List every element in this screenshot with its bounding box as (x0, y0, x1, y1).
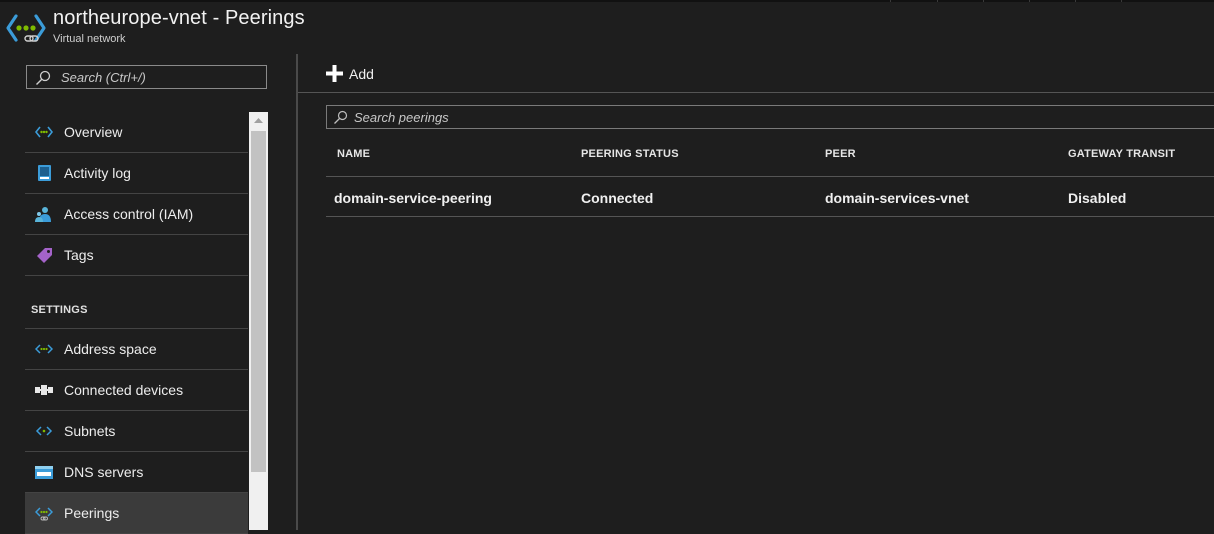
column-header-peer[interactable]: PEER (825, 148, 856, 160)
cell-peer: domain-services-vnet (825, 190, 969, 206)
scroll-up-arrow-icon[interactable] (249, 112, 268, 130)
column-header-peering-status[interactable]: PEERING STATUS (581, 148, 679, 160)
sidebar-item-subnets[interactable]: Subnets (25, 411, 248, 452)
iam-icon (35, 207, 51, 222)
sidebar-item-peerings[interactable]: Peerings (25, 493, 248, 534)
plus-icon (326, 65, 343, 82)
connected-devices-icon (35, 385, 53, 395)
resource-menu: Overview Activity log Access control (IA… (25, 112, 248, 534)
address-space-icon (35, 344, 53, 354)
section-label: SETTINGS (31, 304, 88, 316)
vnet-icon (35, 126, 53, 138)
subnets-icon (35, 426, 53, 436)
menu-search-input[interactable] (61, 66, 261, 88)
menu-search-box[interactable] (26, 65, 267, 89)
column-header-gateway-transit[interactable]: GATEWAY TRANSIT (1068, 148, 1175, 160)
column-header-name[interactable]: NAME (337, 148, 370, 160)
table-row[interactable]: domain-service-peering Connected domain-… (326, 177, 1214, 217)
page-title: northeurope-vnet - Peerings (53, 7, 305, 29)
virtual-network-icon (6, 14, 46, 42)
sidebar-item-overview[interactable]: Overview (25, 112, 248, 153)
blade-header: northeurope-vnet - Peerings Virtual netw… (0, 0, 1214, 52)
table-header: NAME PEERING STATUS PEER GATEWAY TRANSIT (326, 140, 1214, 177)
search-icon (36, 70, 51, 85)
cell-peering-status: Connected (581, 190, 654, 206)
menu-scrollbar[interactable] (249, 112, 268, 530)
sidebar-item-label: DNS servers (64, 464, 144, 480)
search-icon (334, 110, 348, 124)
peerings-table: NAME PEERING STATUS PEER GATEWAY TRANSIT… (326, 140, 1214, 217)
dns-icon (35, 466, 53, 479)
page-subtitle: Virtual network (53, 33, 126, 45)
scrollbar-thumb[interactable] (251, 131, 266, 472)
sidebar-item-label: Address space (64, 341, 157, 357)
sidebar-item-connected-devices[interactable]: Connected devices (25, 370, 248, 411)
section-settings-header: SETTINGS (25, 276, 248, 329)
sidebar-item-activity-log[interactable]: Activity log (25, 153, 248, 194)
sidebar-item-address-space[interactable]: Address space (25, 329, 248, 370)
sidebar-item-tags[interactable]: Tags (25, 235, 248, 276)
sidebar-item-dns-servers[interactable]: DNS servers (25, 452, 248, 493)
sidebar-item-access-control[interactable]: Access control (IAM) (25, 194, 248, 235)
peerings-search-input[interactable] (354, 106, 1204, 128)
peerings-search-box[interactable] (326, 105, 1214, 129)
sidebar-item-label: Activity log (64, 165, 131, 181)
sidebar-item-label: Peerings (64, 505, 120, 521)
activity-log-icon (38, 165, 51, 181)
tag-icon (37, 248, 52, 263)
sidebar-item-label: Tags (64, 247, 94, 263)
toolbar-divider (298, 92, 1214, 93)
sidebar-item-label: Overview (64, 124, 123, 140)
sidebar-item-label: Connected devices (64, 382, 184, 398)
pane-divider (296, 54, 298, 530)
cell-gateway-transit: Disabled (1068, 190, 1127, 206)
sidebar-item-label: Subnets (64, 423, 116, 439)
sidebar-item-label: Access control (IAM) (64, 206, 194, 222)
peerings-icon (35, 507, 53, 521)
cell-name: domain-service-peering (334, 190, 492, 206)
add-label: Add (349, 66, 374, 82)
